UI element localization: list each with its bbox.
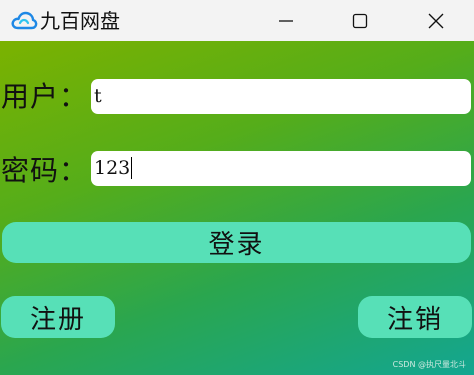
close-button[interactable] bbox=[408, 0, 464, 41]
title-bar[interactable]: 九百网盘 bbox=[0, 0, 474, 41]
user-label: 用户： bbox=[1, 80, 89, 113]
login-button[interactable]: 登录 bbox=[2, 222, 471, 263]
logout-button[interactable]: 注销 bbox=[358, 296, 472, 338]
password-input-value: 123 bbox=[94, 157, 131, 179]
register-button[interactable]: 注册 bbox=[1, 296, 115, 338]
watermark: CSDN @执尺量北斗 bbox=[392, 360, 466, 369]
password-input[interactable]: 123 bbox=[91, 151, 471, 186]
user-input[interactable]: t bbox=[91, 79, 471, 114]
user-input-value: t bbox=[94, 85, 102, 107]
minimize-icon bbox=[279, 19, 293, 22]
window-title: 九百网盘 bbox=[40, 9, 120, 33]
minimize-button[interactable] bbox=[258, 0, 314, 41]
app-window: 九百网盘 用户： t 密码： 123 登录 注册 注销 CSDN @执尺量北斗 bbox=[0, 0, 474, 375]
maximize-button[interactable] bbox=[332, 0, 388, 41]
close-icon bbox=[428, 13, 444, 28]
login-panel: 用户： t 密码： 123 登录 注册 注销 CSDN @执尺量北斗 bbox=[0, 41, 474, 375]
text-caret bbox=[131, 156, 133, 179]
cloud-logo-icon bbox=[11, 11, 38, 30]
maximize-icon bbox=[352, 13, 368, 28]
password-label: 密码： bbox=[1, 154, 89, 187]
